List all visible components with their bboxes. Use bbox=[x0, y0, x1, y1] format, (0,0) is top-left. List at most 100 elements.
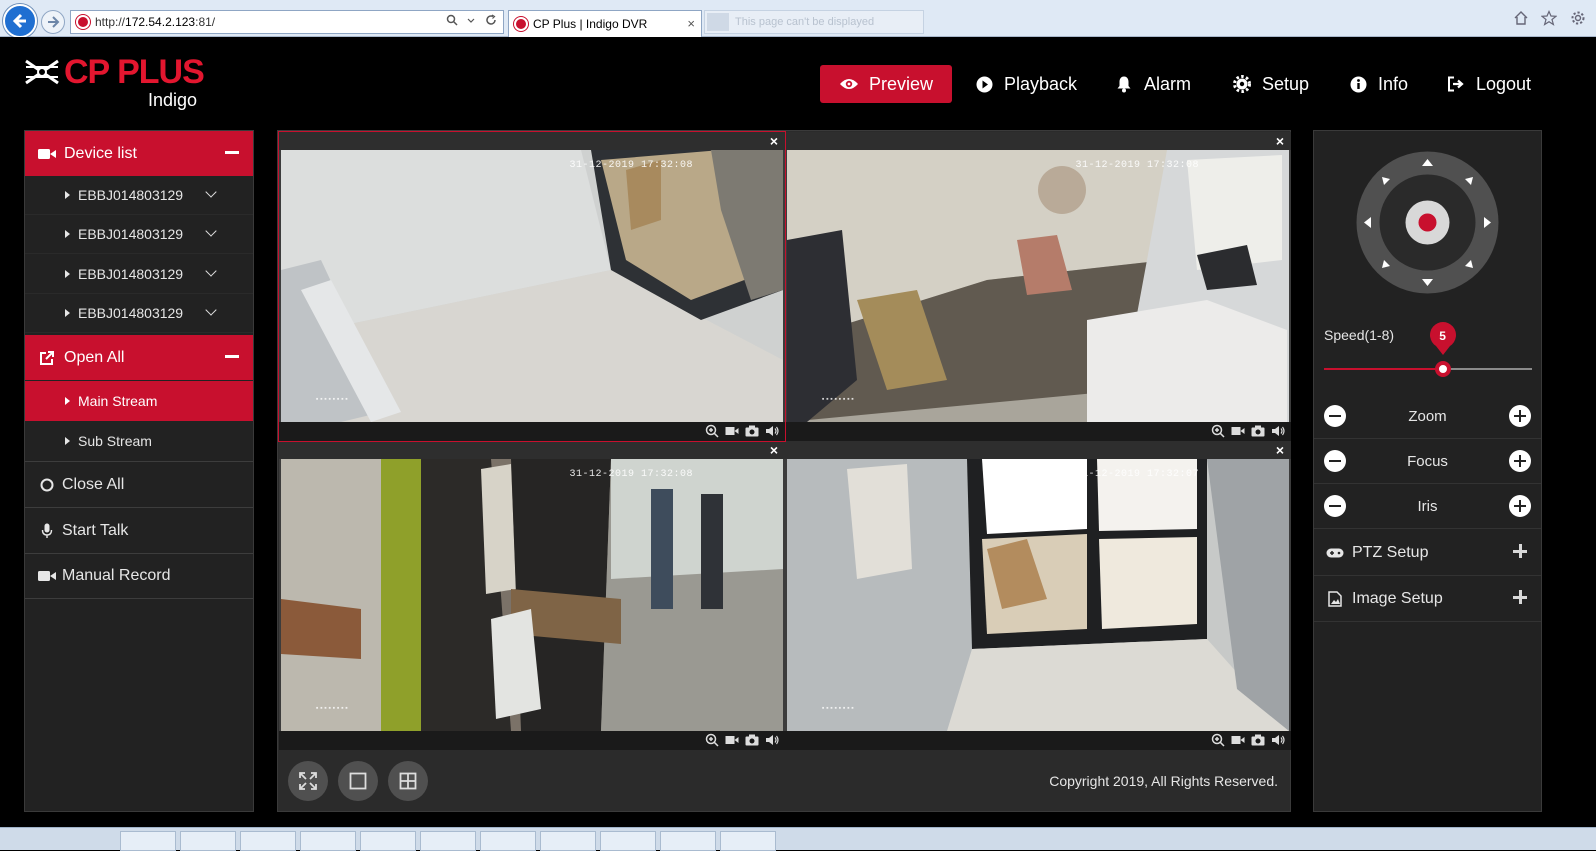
quad-view-button[interactable] bbox=[388, 761, 428, 801]
zoom-label: Zoom bbox=[1408, 408, 1447, 425]
record-icon[interactable] bbox=[725, 733, 739, 747]
taskbar-item[interactable] bbox=[600, 831, 656, 851]
video-tile-4[interactable]: × 31-12-2019 17:32:07 ▪▪▪▪▪▪▪▪ bbox=[785, 441, 1291, 750]
record-icon[interactable] bbox=[1231, 424, 1245, 438]
close-all-button[interactable]: Close All bbox=[25, 461, 253, 507]
expand-plus-icon[interactable] bbox=[1513, 590, 1527, 604]
zoom-in-icon[interactable] bbox=[1211, 733, 1225, 747]
nav-preview-label: Preview bbox=[869, 73, 934, 94]
audio-icon[interactable] bbox=[1271, 424, 1285, 438]
tile-close-button[interactable]: × bbox=[770, 133, 778, 149]
open-all-header[interactable]: Open All bbox=[25, 335, 253, 380]
manual-record-button[interactable]: Manual Record bbox=[25, 553, 253, 599]
tile-close-button[interactable]: × bbox=[770, 442, 778, 458]
taskbar-item[interactable] bbox=[420, 831, 476, 851]
expand-plus-icon[interactable] bbox=[1513, 544, 1527, 558]
home-icon[interactable] bbox=[1513, 10, 1529, 26]
refresh-icon[interactable] bbox=[485, 14, 497, 26]
device-item[interactable]: EBBJ014803129 bbox=[25, 255, 253, 294]
gear-icon[interactable] bbox=[1570, 10, 1586, 26]
tab-error-page[interactable]: This page can't be displayed bbox=[704, 10, 924, 34]
tile-close-button[interactable]: × bbox=[1276, 442, 1284, 458]
taskbar-item[interactable] bbox=[480, 831, 536, 851]
zoom-in-button[interactable] bbox=[1509, 405, 1531, 427]
star-icon[interactable] bbox=[1540, 10, 1558, 26]
video-tile-3[interactable]: × 31-12-2019 17:32:08 ▪▪▪▪▪▪▪▪ bbox=[279, 441, 785, 750]
nav-alarm[interactable]: Alarm bbox=[1114, 65, 1191, 103]
address-bar[interactable]: http://172.54.2.123:81/ bbox=[70, 10, 504, 34]
camera-feed-3[interactable]: 31-12-2019 17:32:08 ▪▪▪▪▪▪▪▪ bbox=[281, 459, 783, 731]
snapshot-icon[interactable] bbox=[1251, 733, 1265, 747]
audio-icon[interactable] bbox=[765, 733, 779, 747]
taskbar-item[interactable] bbox=[540, 831, 596, 851]
device-item[interactable]: EBBJ014803129 bbox=[25, 215, 253, 254]
zoom-in-icon[interactable] bbox=[1211, 424, 1225, 438]
zoom-in-icon[interactable] bbox=[705, 424, 719, 438]
chevron-down-icon[interactable] bbox=[205, 186, 217, 198]
open-all-label: Open All bbox=[64, 348, 125, 366]
tab-cp-plus[interactable]: CP Plus | Indigo DVR × bbox=[508, 10, 702, 37]
device-item[interactable]: EBBJ014803129 bbox=[25, 176, 253, 215]
forward-button[interactable] bbox=[41, 10, 65, 34]
address-tools[interactable] bbox=[446, 14, 497, 29]
video-tile-1[interactable]: × 31-12-2019 17:32:08 ▪▪▪▪▪▪▪▪ bbox=[278, 131, 786, 442]
fullscreen-button[interactable] bbox=[288, 761, 328, 801]
device-list-header[interactable]: Device list bbox=[25, 131, 253, 176]
dropdown-icon[interactable] bbox=[467, 14, 475, 26]
snapshot-icon[interactable] bbox=[1251, 424, 1265, 438]
start-talk-button[interactable]: Start Talk bbox=[25, 507, 253, 553]
zoom-control: Zoom bbox=[1314, 394, 1541, 439]
record-icon[interactable] bbox=[1231, 733, 1245, 747]
speed-slider-fill bbox=[1324, 368, 1443, 370]
chevron-down-icon[interactable] bbox=[205, 304, 217, 316]
tile-close-button[interactable]: × bbox=[1276, 133, 1284, 149]
single-view-button[interactable] bbox=[338, 761, 378, 801]
iris-open-button[interactable] bbox=[1509, 495, 1531, 517]
camera-label: ▪▪▪▪▪▪▪▪ bbox=[315, 705, 349, 713]
chevron-down-icon[interactable] bbox=[205, 265, 217, 277]
camera-feed-4[interactable]: 31-12-2019 17:32:07 ▪▪▪▪▪▪▪▪ bbox=[787, 459, 1289, 731]
audio-icon[interactable] bbox=[1271, 733, 1285, 747]
nav-setup[interactable]: Setup bbox=[1232, 65, 1309, 103]
taskbar-item[interactable] bbox=[180, 831, 236, 851]
video-tile-2[interactable]: × 31-12-2019 17:32:08 ▪▪▪▪▪▪▪▪ bbox=[785, 132, 1291, 441]
speed-slider[interactable]: 5 bbox=[1324, 322, 1532, 377]
snapshot-icon[interactable] bbox=[745, 424, 759, 438]
ptz-setup-section[interactable]: PTZ Setup bbox=[1314, 530, 1541, 576]
record-icon[interactable] bbox=[725, 424, 739, 438]
audio-icon[interactable] bbox=[765, 424, 779, 438]
nav-info[interactable]: Info bbox=[1348, 65, 1408, 103]
taskbar-item[interactable] bbox=[120, 831, 176, 851]
device-list-label: Device list bbox=[64, 144, 137, 162]
search-icon[interactable] bbox=[446, 14, 458, 26]
ptz-joystick[interactable] bbox=[1356, 151, 1499, 294]
snapshot-icon[interactable] bbox=[745, 733, 759, 747]
image-setup-section[interactable]: Image Setup bbox=[1314, 576, 1541, 622]
taskbar-item[interactable] bbox=[300, 831, 356, 851]
tab-close-button[interactable]: × bbox=[687, 16, 695, 31]
taskbar-item[interactable] bbox=[360, 831, 416, 851]
logo-subtitle: Indigo bbox=[148, 90, 198, 110]
close-all-label: Close All bbox=[62, 475, 125, 493]
back-button[interactable] bbox=[3, 4, 37, 38]
new-tab-button[interactable] bbox=[707, 13, 729, 31]
speed-slider-handle[interactable] bbox=[1434, 361, 1451, 377]
sub-stream-item[interactable]: Sub Stream bbox=[25, 421, 253, 461]
nav-logout[interactable]: Logout bbox=[1446, 65, 1531, 103]
url-prefix: http:// bbox=[95, 15, 126, 29]
taskbar-item[interactable] bbox=[720, 831, 776, 851]
camera-feed-1[interactable]: 31-12-2019 17:32:08 ▪▪▪▪▪▪▪▪ bbox=[281, 150, 783, 422]
manual-record-label: Manual Record bbox=[62, 567, 171, 584]
nav-preview[interactable]: Preview bbox=[820, 65, 953, 103]
focus-in-button[interactable] bbox=[1509, 450, 1531, 472]
collapse-icon[interactable] bbox=[225, 355, 239, 358]
collapse-icon[interactable] bbox=[225, 151, 239, 154]
device-item[interactable]: EBBJ014803129 bbox=[25, 294, 253, 333]
zoom-in-icon[interactable] bbox=[705, 733, 719, 747]
chevron-down-icon[interactable] bbox=[205, 225, 217, 237]
taskbar-item[interactable] bbox=[240, 831, 296, 851]
main-stream-item[interactable]: Main Stream bbox=[25, 381, 253, 421]
nav-playback[interactable]: Playback bbox=[974, 65, 1077, 103]
taskbar-item[interactable] bbox=[660, 831, 716, 851]
camera-feed-2[interactable]: 31-12-2019 17:32:08 ▪▪▪▪▪▪▪▪ bbox=[787, 150, 1289, 422]
